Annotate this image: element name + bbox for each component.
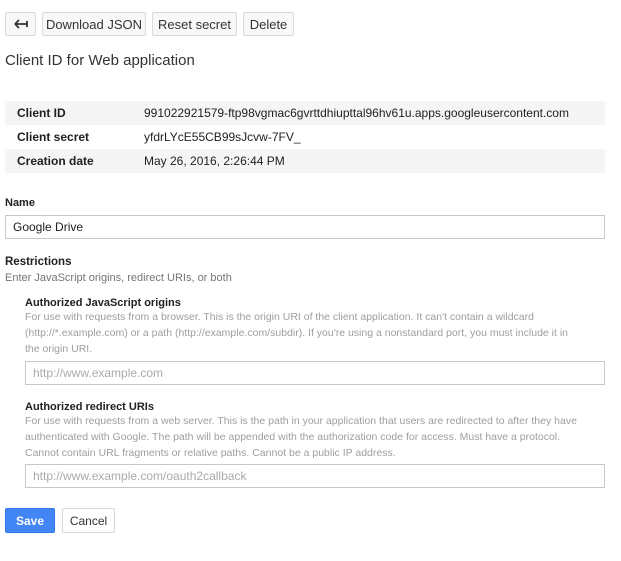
creation-date-label: Creation date xyxy=(17,154,94,168)
client-secret-value: yfdrLYcE55CB99sJcvw-7FV_ xyxy=(144,130,301,144)
back-button[interactable] xyxy=(5,12,36,36)
redirect-uris-help-line: authenticated with Google. The path will… xyxy=(25,431,561,443)
js-origins-help-line: For use with requests from a browser. Th… xyxy=(25,311,534,323)
creation-date-row: Creation date May 26, 2016, 2:26:44 PM xyxy=(5,149,605,173)
js-origins-help: For use with requests from a browser. Th… xyxy=(25,309,605,357)
js-origins-help-line: (http://*.example.com) or a path (http:/… xyxy=(25,327,569,339)
restrictions-label: Restrictions xyxy=(5,256,72,268)
redirect-uris-help-line: Cannot contain URL fragments or relative… xyxy=(25,447,396,459)
download-json-button[interactable]: Download JSON xyxy=(42,12,146,36)
page-title: Client ID for Web application xyxy=(5,52,195,69)
redirect-uris-help: For use with requests from a web server.… xyxy=(25,413,605,461)
redirect-uris-label: Authorized redirect URIs xyxy=(25,401,154,413)
name-label: Name xyxy=(5,197,35,209)
client-id-label: Client ID xyxy=(17,106,66,120)
creation-date-value: May 26, 2016, 2:26:44 PM xyxy=(144,154,285,168)
name-input[interactable] xyxy=(5,215,605,239)
redirect-uri-input[interactable] xyxy=(25,464,605,488)
client-secret-row: Client secret yfdrLYcE55CB99sJcvw-7FV_ xyxy=(5,125,605,149)
restrictions-hint: Enter JavaScript origins, redirect URIs,… xyxy=(5,272,232,284)
client-id-row: Client ID 991022921579-ftp98vgmac6gvrttd… xyxy=(5,101,605,125)
cancel-button[interactable]: Cancel xyxy=(62,508,115,533)
back-arrow-icon xyxy=(13,17,28,32)
client-secret-label: Client secret xyxy=(17,130,90,144)
js-origins-label: Authorized JavaScript origins xyxy=(25,297,181,309)
reset-secret-button[interactable]: Reset secret xyxy=(152,12,237,36)
delete-button[interactable]: Delete xyxy=(243,12,294,36)
js-origins-help-line: the origin URI. xyxy=(25,343,93,355)
client-details-table: Client ID 991022921579-ftp98vgmac6gvrttd… xyxy=(5,101,605,173)
redirect-uris-help-line: For use with requests from a web server.… xyxy=(25,415,577,427)
client-id-value: 991022921579-ftp98vgmac6gvrttdhiupttal96… xyxy=(144,106,569,120)
save-button[interactable]: Save xyxy=(5,508,55,533)
js-origin-input[interactable] xyxy=(25,361,605,385)
